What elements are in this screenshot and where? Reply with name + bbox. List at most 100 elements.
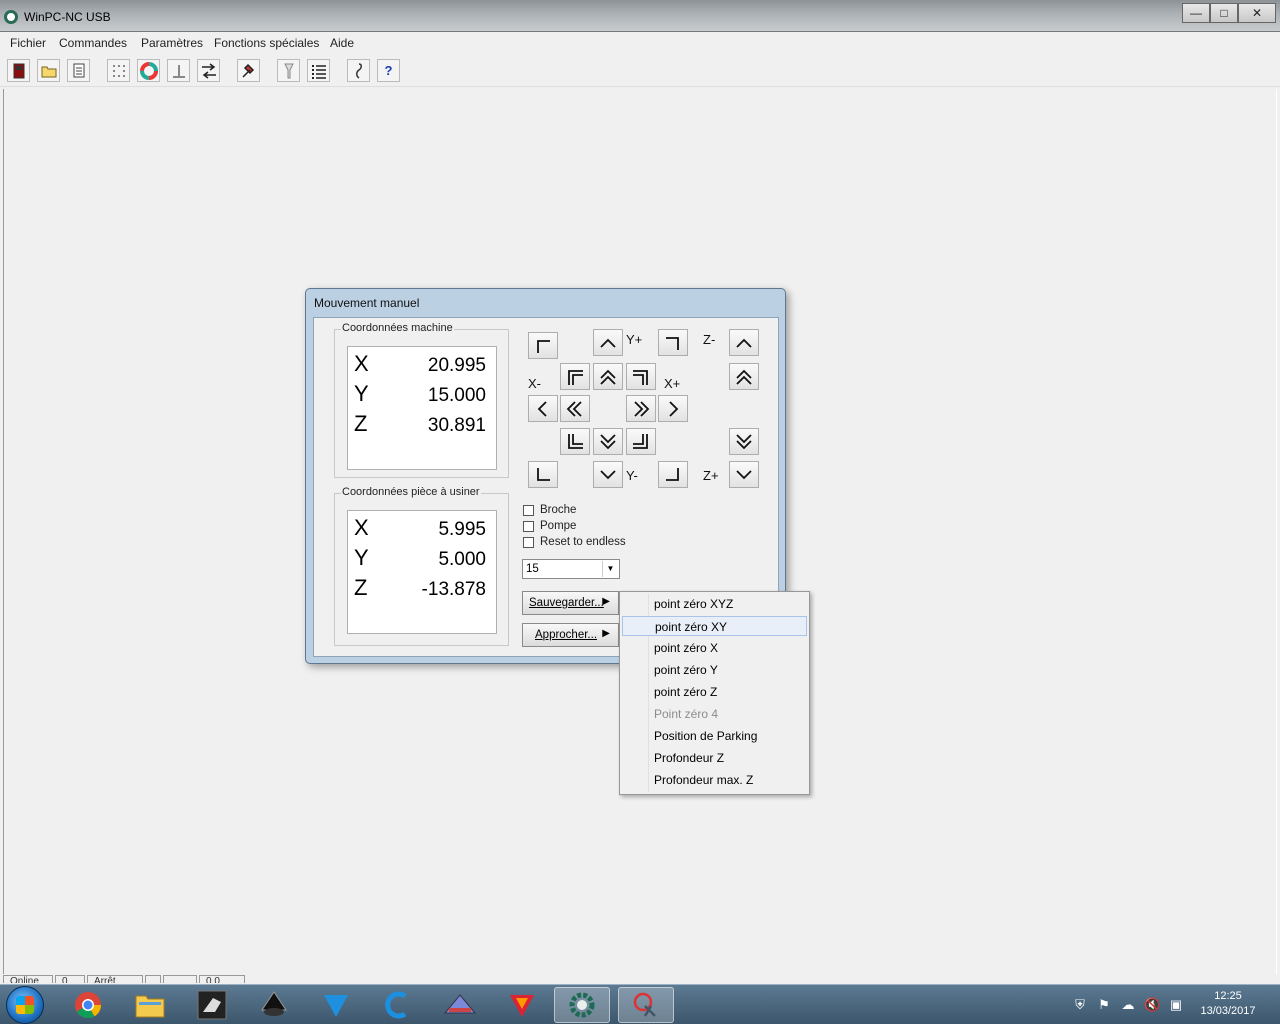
menu-item-profondeur-max-z[interactable]: Profondeur max. Z: [622, 770, 807, 790]
jog-xminus-yplus-button[interactable]: [528, 332, 558, 359]
taskbar: ⛨ ⚑ ☁ 🔇 ▣ 12:25 13/03/2017: [0, 984, 1280, 1024]
open-folder-icon[interactable]: [37, 59, 60, 82]
jog-yminus-button[interactable]: [593, 461, 623, 488]
action-center-flag-icon[interactable]: ⚑: [1096, 997, 1112, 1013]
machine-coords-display: X 20.995 Y 15.000 Z 30.891: [347, 346, 497, 470]
sauvegarder-label: Sauvegarder...: [529, 597, 604, 609]
menu-item-point-zero-xy[interactable]: point zéro XY: [622, 616, 807, 636]
menu-aide[interactable]: Aide: [330, 36, 354, 50]
vector-app-icon[interactable]: [308, 987, 364, 1023]
volume-muted-icon[interactable]: 🔇: [1144, 997, 1160, 1013]
tool-change-icon[interactable]: [277, 59, 300, 82]
jog-xplus-yplus-button[interactable]: [658, 329, 688, 356]
axis-label: X: [354, 515, 369, 540]
menu-item-profondeur-z[interactable]: Profondeur Z: [622, 748, 807, 768]
machine-coords-label: Coordonnées machine: [341, 322, 454, 334]
jog-fast-xminus-yplus-button[interactable]: [560, 363, 590, 390]
axis-label: Z: [354, 575, 368, 600]
machine-x-value: 20.995: [427, 355, 486, 376]
sauvegarder-button[interactable]: Sauvegarder... ▶: [522, 591, 619, 615]
workpiece-coords-group: Coordonnées pièce à usiner X 5.995 Y 5.0…: [334, 486, 509, 646]
router-app-icon[interactable]: [432, 987, 488, 1023]
pompe-label: Pompe: [540, 520, 577, 532]
list-icon[interactable]: [307, 59, 330, 82]
security-shield-icon[interactable]: ⛨: [1072, 997, 1088, 1013]
menu-parametres[interactable]: Paramètres: [141, 36, 203, 50]
minimize-button[interactable]: —: [1182, 3, 1210, 23]
anchor-icon[interactable]: [167, 59, 190, 82]
checkbox-box[interactable]: [523, 521, 534, 532]
jog-fast-zminus-button[interactable]: [729, 363, 759, 390]
file-explorer-icon[interactable]: [122, 987, 178, 1023]
menu-item-point-zero-x[interactable]: point zéro X: [622, 638, 807, 658]
document-icon[interactable]: [67, 59, 90, 82]
jog-fast-zplus-button[interactable]: [729, 428, 759, 455]
3d-app-icon[interactable]: [494, 987, 550, 1023]
workpiece-coord-row: X 5.995: [348, 515, 498, 545]
jog-fast-xminus-button[interactable]: [560, 395, 590, 422]
dialog-title: Mouvement manuel: [314, 296, 420, 310]
cnc-app-icon[interactable]: [184, 987, 240, 1023]
inkscape-icon[interactable]: [246, 987, 302, 1023]
jog-xminus-yminus-button[interactable]: [528, 461, 558, 488]
chevron-down-icon[interactable]: ▼: [602, 561, 618, 577]
machine-coords-group: Coordonnées machine X 20.995 Y 15.000 Z …: [334, 322, 509, 478]
close-button[interactable]: ✕: [1238, 3, 1276, 23]
broche-checkbox[interactable]: Broche: [523, 504, 683, 518]
checkbox-box[interactable]: [523, 505, 534, 516]
tools-icon[interactable]: [237, 59, 260, 82]
help-icon[interactable]: ?: [377, 59, 400, 82]
jog-zplus-button[interactable]: [729, 461, 759, 488]
menu-commandes[interactable]: Commandes: [59, 36, 127, 50]
cloud-icon[interactable]: ☁: [1120, 997, 1136, 1013]
menu-item-label: point zéro Y: [654, 663, 718, 677]
jog-fast-yplus-button[interactable]: [593, 363, 623, 390]
jog-fast-xplus-button[interactable]: [626, 395, 656, 422]
network-icon[interactable]: ▣: [1168, 997, 1184, 1013]
workpiece-coord-row: Z -13.878: [348, 575, 498, 605]
menu-item-label: Position de Parking: [654, 729, 758, 743]
maximize-button[interactable]: □: [1210, 3, 1238, 23]
jog-fast-xplus-yminus-button[interactable]: [626, 428, 656, 455]
menu-item-point-zero-xyz[interactable]: point zéro XYZ: [622, 594, 807, 614]
checkbox-box[interactable]: [523, 537, 534, 548]
x-plus-label: X+: [664, 376, 681, 391]
jog-zminus-button[interactable]: [729, 329, 759, 356]
jog-fast-xminus-yminus-button[interactable]: [560, 428, 590, 455]
statusbar: Online 0 Arrêt 0.0: [0, 975, 1280, 983]
window-title: WinPC-NC USB: [24, 10, 111, 24]
arrows-swap-icon[interactable]: [197, 59, 220, 82]
pompe-checkbox[interactable]: Pompe: [523, 520, 683, 534]
axis-label: Z: [354, 411, 368, 436]
jog-xplus-yminus-button[interactable]: [658, 461, 688, 488]
status-empty: [145, 975, 161, 983]
start-button[interactable]: [6, 986, 44, 1024]
menu-item-parking-position[interactable]: Position de Parking: [622, 726, 807, 746]
speed-select[interactable]: 15 ▼: [522, 559, 620, 579]
info-icon[interactable]: [347, 59, 370, 82]
color-wheel-icon[interactable]: [137, 59, 160, 82]
winpc-nc-icon[interactable]: [554, 987, 610, 1023]
jog-xplus-button[interactable]: [658, 395, 688, 422]
chrome-icon[interactable]: [60, 987, 116, 1023]
axis-label: X: [354, 351, 369, 376]
menu-item-label: Point zéro 4: [654, 707, 719, 721]
taskbar-clock[interactable]: 12:25 13/03/2017: [1190, 989, 1266, 1019]
snipping-tool-icon[interactable]: [618, 987, 674, 1023]
jog-yplus-button[interactable]: [593, 329, 623, 356]
jog-fast-xplus-yplus-button[interactable]: [626, 363, 656, 390]
exit-icon[interactable]: [7, 59, 30, 82]
ccleaner-icon[interactable]: [370, 987, 426, 1023]
menu-item-point-zero-z[interactable]: point zéro Z: [622, 682, 807, 702]
menu-item-point-zero-y[interactable]: point zéro Y: [622, 660, 807, 680]
grid-icon[interactable]: [107, 59, 130, 82]
approcher-button[interactable]: Approcher... ▶: [522, 623, 619, 647]
reset-to-endless-checkbox[interactable]: Reset to endless: [523, 536, 683, 550]
menu-fichier[interactable]: Fichier: [10, 36, 46, 50]
main-titlebar[interactable]: WinPC-NC USB — □ ✕: [0, 0, 1280, 32]
menu-fonctions-speciales[interactable]: Fonctions spéciales: [214, 36, 319, 50]
windows-logo-icon: [16, 996, 34, 1014]
workpiece-z-value: -13.878: [421, 579, 486, 600]
jog-xminus-button[interactable]: [528, 395, 558, 422]
jog-fast-yminus-button[interactable]: [593, 428, 623, 455]
